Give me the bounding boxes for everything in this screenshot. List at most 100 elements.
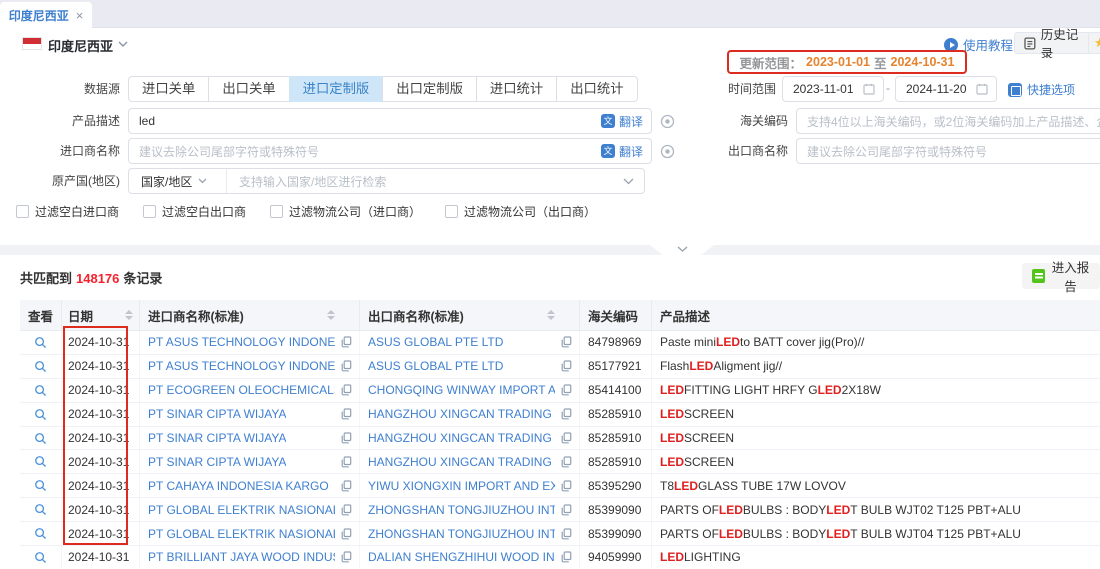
exporter-link[interactable]: HANGZHOU XINGCAN TRADING CO LTD <box>368 431 555 445</box>
importer-link[interactable]: PT GLOBAL ELEKTRIK NASIONAL <box>148 527 335 541</box>
magnifier-icon[interactable] <box>34 503 47 516</box>
copy-icon[interactable] <box>561 480 572 492</box>
app-window: 印度尼西亚 × 印度尼西亚 使用教程 历史记录 ★ 更新范围：2023-01-0… <box>0 0 1100 569</box>
copy-icon[interactable] <box>341 360 352 372</box>
copy-icon[interactable] <box>341 480 352 492</box>
chevron-down-icon[interactable] <box>118 41 128 47</box>
tab-indonesia[interactable]: 印度尼西亚 × <box>0 2 92 28</box>
copy-icon[interactable] <box>341 408 352 420</box>
copy-icon[interactable] <box>561 408 572 420</box>
importer-link[interactable]: PT SINAR CIPTA WIJAYA <box>148 455 286 469</box>
importer-input[interactable]: 建议去除公司尾部字符或特殊符号 文 翻译 <box>128 138 652 164</box>
segment-export-custom[interactable]: 出口定制版 <box>382 76 477 102</box>
product-desc-input[interactable]: led 文 翻译 <box>128 108 652 134</box>
copy-icon[interactable] <box>561 432 572 444</box>
copy-icon[interactable] <box>561 360 572 372</box>
importer-link[interactable]: PT GLOBAL ELEKTRIK NASIONAL <box>148 503 335 517</box>
origin-country-input[interactable]: 国家/地区 支持输入国家/地区进行检索 <box>128 168 645 194</box>
importer-link[interactable]: PT BRILLIANT JAYA WOOD INDUSTRY <box>148 550 335 564</box>
translate-button[interactable]: 文 翻译 <box>601 113 643 130</box>
magnifier-icon[interactable] <box>34 432 47 445</box>
update-range-from: 2023-01-01 <box>806 55 870 69</box>
target-circle-icon[interactable] <box>660 114 675 129</box>
quick-options-button[interactable]: 快捷选项 <box>1008 81 1075 98</box>
product-desc-cell: Flash LED Aligment jig// <box>652 355 1100 378</box>
exporter-link[interactable]: ZHONGSHAN TONGJIUZHOU INTERNA... <box>368 527 555 541</box>
enter-report-button[interactable]: 进入报告 <box>1022 263 1100 289</box>
exporter-link[interactable]: ZHONGSHAN TONGJIUZHOU INTERNA... <box>368 503 555 517</box>
date-to-input[interactable]: 2024-11-20 <box>895 76 997 102</box>
magnifier-icon[interactable] <box>34 408 47 421</box>
copy-icon[interactable] <box>561 504 572 516</box>
exporter-link[interactable]: ASUS GLOBAL PTE LTD <box>368 359 503 373</box>
sort-icon[interactable] <box>547 310 555 320</box>
importer-link[interactable]: PT SINAR CIPTA WIJAYA <box>148 407 286 421</box>
checkbox-filter-blank-importer[interactable]: 过滤空白进口商 <box>16 203 119 220</box>
date-cell: 2024-10-31 <box>62 427 140 450</box>
copy-icon[interactable] <box>341 432 352 444</box>
checkbox-filter-logistics-exporter[interactable]: 过滤物流公司（出口商） <box>445 203 596 220</box>
date-from-input[interactable]: 2023-11-01 <box>782 76 884 102</box>
copy-icon[interactable] <box>561 336 572 348</box>
product-desc-cell: LED SCREEN <box>652 450 1100 473</box>
copy-icon[interactable] <box>561 551 572 563</box>
hs-code-input[interactable]: 支持4位以上海关编码，或2位海关编码加上产品描述、企业名称的任意信息 <box>796 108 1100 134</box>
copy-icon[interactable] <box>341 504 352 516</box>
exporter-cell: ZHONGSHAN TONGJIUZHOU INTERNA... <box>360 498 580 521</box>
exporter-link[interactable]: YIWU XIONGXIN IMPORT AND EXPORT... <box>368 479 555 493</box>
importer-link[interactable]: PT CAHAYA INDONESIA KARGO <box>148 479 329 493</box>
exporter-link[interactable]: CHONGQING WINWAY IMPORT AND E... <box>368 383 555 397</box>
checkbox-filter-blank-exporter[interactable]: 过滤空白出口商 <box>143 203 246 220</box>
copy-icon[interactable] <box>341 551 352 563</box>
target-circle-icon[interactable] <box>660 144 675 159</box>
copy-icon[interactable] <box>341 336 352 348</box>
checkbox-icon <box>445 205 458 218</box>
column-importer[interactable]: 进口商名称(标准) <box>140 300 360 330</box>
report-label: 进入报告 <box>1051 257 1090 295</box>
column-date[interactable]: 日期 <box>62 300 140 330</box>
importer-link[interactable]: PT ASUS TECHNOLOGY INDONESIA BA... <box>148 359 335 373</box>
date-cell: 2024-10-31 <box>62 546 140 569</box>
table-row: 2024-10-31 PT ASUS TECHNOLOGY INDONESIA … <box>20 355 1100 379</box>
magnifier-icon[interactable] <box>34 527 47 540</box>
search-form: 数据源 进口关单 出口关单 进口定制版 出口定制版 进口统计 出口统计 时间范围… <box>0 58 1100 245</box>
country-selector-label[interactable]: 印度尼西亚 <box>48 36 113 55</box>
translate-button[interactable]: 文 翻译 <box>601 143 643 160</box>
copy-icon[interactable] <box>561 456 572 468</box>
magnifier-icon[interactable] <box>34 360 47 373</box>
copy-icon[interactable] <box>341 456 352 468</box>
origin-type-select[interactable]: 国家/地区 <box>129 169 227 193</box>
checkbox-filter-logistics-importer[interactable]: 过滤物流公司（进口商） <box>270 203 421 220</box>
sort-icon[interactable] <box>327 310 335 320</box>
magnifier-icon[interactable] <box>34 384 47 397</box>
segment-import-stats[interactable]: 进口统计 <box>476 76 557 102</box>
magnifier-icon[interactable] <box>34 455 47 468</box>
exporter-link[interactable]: HANGZHOU XINGCAN TRADING CO LTD <box>368 455 555 469</box>
segment-export-stats[interactable]: 出口统计 <box>556 76 637 102</box>
favorite-button[interactable]: ★ <box>1088 32 1100 54</box>
importer-link[interactable]: PT ASUS TECHNOLOGY INDONESIA BA... <box>148 335 335 349</box>
exporter-input[interactable]: 建议去除公司尾部字符或特殊符号 <box>796 138 1100 164</box>
magnifier-icon[interactable] <box>34 336 47 349</box>
importer-link[interactable]: PT ECOGREEN OLEOCHEMICALS <box>148 383 335 397</box>
copy-icon[interactable] <box>341 528 352 540</box>
copy-icon[interactable] <box>561 528 572 540</box>
exporter-cell: HANGZHOU XINGCAN TRADING CO LTD <box>360 403 580 426</box>
segment-import-custom[interactable]: 进口定制版 <box>289 76 384 102</box>
segment-import-declaration[interactable]: 进口关单 <box>128 76 209 102</box>
copy-icon[interactable] <box>561 384 572 396</box>
tab-close-icon[interactable]: × <box>76 9 84 22</box>
segment-export-declaration[interactable]: 出口关单 <box>208 76 289 102</box>
time-range-label: 时间范围 <box>688 76 776 102</box>
magnifier-icon[interactable] <box>34 479 47 492</box>
sort-icon[interactable] <box>125 310 133 320</box>
exporter-link[interactable]: ASUS GLOBAL PTE LTD <box>368 335 503 349</box>
results-panel: 共匹配到148176条记录 进入报告 查看 日期 进口商名称(标准) 出口商名称… <box>0 255 1100 569</box>
copy-icon[interactable] <box>341 384 352 396</box>
magnifier-icon[interactable] <box>34 551 47 564</box>
exporter-link[interactable]: DALIAN SHENGZHIHUI WOOD INDUST... <box>368 550 555 564</box>
importer-link[interactable]: PT SINAR CIPTA WIJAYA <box>148 431 286 445</box>
product-desc-cell: LED SCREEN <box>652 427 1100 450</box>
exporter-link[interactable]: HANGZHOU XINGCAN TRADING CO LTD <box>368 407 555 421</box>
column-exporter[interactable]: 出口商名称(标准) <box>360 300 580 330</box>
